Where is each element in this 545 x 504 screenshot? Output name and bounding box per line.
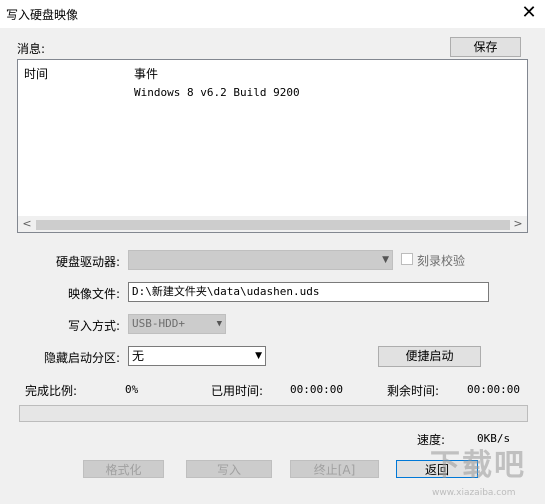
stop-button[interactable]: 终止[A] [290,460,379,478]
watermark-url: www.xiazaiba.com [432,488,516,498]
hidden-partition-label: 隐藏启动分区: [43,351,120,365]
window-title: 写入硬盘映像 [6,8,79,22]
remaining-value: 00:00:00 [467,383,520,396]
verify-label: 刻录校验 [417,254,466,268]
write-button[interactable]: 写入 [186,460,272,478]
messages-label: 消息: [17,42,46,56]
save-button[interactable]: 保存 [450,37,521,57]
progress-bar [19,405,528,422]
drive-label: 硬盘驱动器: [55,255,120,269]
remaining-label: 剩余时间: [387,384,440,398]
elapsed-value: 00:00:00 [290,383,343,396]
ratio-label: 完成比例: [25,384,78,398]
image-file-input[interactable]: D:\新建文件夹\data\udashen.uds [128,282,489,302]
elapsed-label: 已用时间: [211,384,264,398]
column-header-time: 时间 [24,67,49,81]
write-mode-value: USB-HDD+ [132,317,185,330]
log-row-event: Windows 8 v6.2 Build 9200 [134,86,300,99]
hidden-partition-value: 无 [132,349,145,363]
chevron-down-icon: ▼ [216,319,222,329]
chevron-down-icon: ▼ [255,351,262,361]
close-icon[interactable]: ✕ [518,2,540,24]
title-bar [0,0,545,28]
scroll-right-icon[interactable]: > [510,216,526,232]
write-mode-select[interactable]: USB-HDD+ ▼ [128,314,226,334]
write-mode-label: 写入方式: [67,319,120,333]
format-button[interactable]: 格式化 [83,460,164,478]
scrollbar-thumb[interactable] [36,220,510,230]
ratio-value: 0% [125,383,139,396]
chevron-down-icon: ▼ [382,255,389,265]
hidden-partition-select[interactable]: 无 ▼ [128,346,266,366]
drive-select[interactable]: ▼ [128,250,393,270]
quick-boot-button[interactable]: 便捷启动 [378,346,481,367]
scroll-left-icon[interactable]: < [19,216,35,232]
image-file-label: 映像文件: [67,287,120,301]
column-header-event: 事件 [134,67,159,81]
verify-checkbox[interactable] [401,253,413,265]
